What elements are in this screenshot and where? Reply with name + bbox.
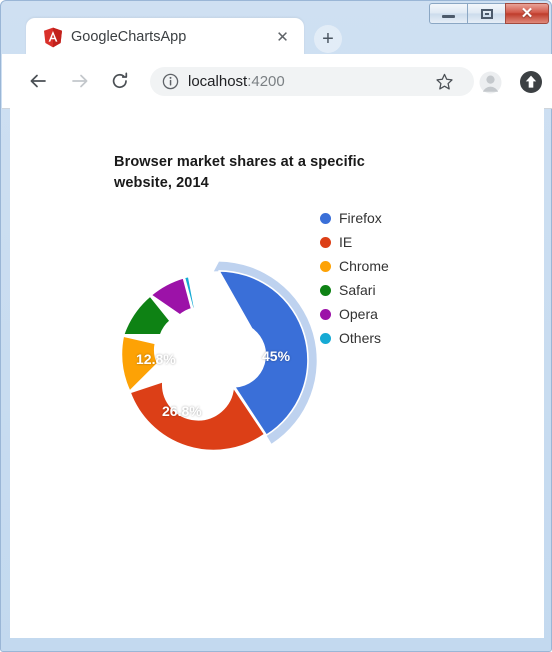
data-label-firefox: 45% <box>262 348 291 364</box>
back-button[interactable] <box>22 65 54 97</box>
browser-toolbar: localhost:4200 <box>2 54 552 109</box>
data-label-ie: 26.8% <box>162 403 202 419</box>
plus-icon: + <box>322 28 334 50</box>
bookmark-star-icon[interactable] <box>434 72 455 92</box>
chart-title: Browser market shares at a specific webs… <box>114 154 365 191</box>
browser-window: ✕ GoogleChartsApp ✕ + localhost:4200 Bro… <box>0 0 552 652</box>
legend-swatch-icon <box>320 236 331 248</box>
angular-logo-icon <box>43 27 63 48</box>
reload-icon <box>112 72 128 89</box>
data-label-chrome: 12.8% <box>136 351 176 367</box>
legend-item-firefox[interactable]: Firefox <box>320 206 389 230</box>
url-port: :4200 <box>247 73 285 90</box>
arrow-left-icon <box>30 74 46 88</box>
donut-chart: 45% 26.8% 12.8% <box>57 248 347 473</box>
arrow-right-icon <box>72 74 88 88</box>
tab-title: GoogleChartsApp <box>71 29 187 45</box>
tab-close-icon[interactable]: ✕ <box>274 29 291 46</box>
donut-hole <box>168 328 232 392</box>
legend-label: Firefox <box>339 210 382 226</box>
url-text: localhost:4200 <box>188 71 285 92</box>
legend-swatch-icon <box>320 212 331 224</box>
info-circle-icon[interactable] <box>162 73 179 90</box>
forward-button <box>64 65 96 97</box>
reload-button[interactable] <box>104 65 136 97</box>
address-bar[interactable]: localhost:4200 <box>150 67 474 96</box>
url-host: localhost <box>188 73 248 90</box>
tab-strip: GoogleChartsApp ✕ + <box>2 14 552 56</box>
profile-avatar-icon[interactable] <box>479 71 502 94</box>
legend-label: IE <box>339 234 353 250</box>
update-arrow-icon[interactable] <box>519 70 543 94</box>
page-content: Browser market shares at a specific webs… <box>10 108 544 638</box>
new-tab-button[interactable]: + <box>314 25 342 53</box>
tab-google-charts-app[interactable]: GoogleChartsApp ✕ <box>26 18 304 56</box>
